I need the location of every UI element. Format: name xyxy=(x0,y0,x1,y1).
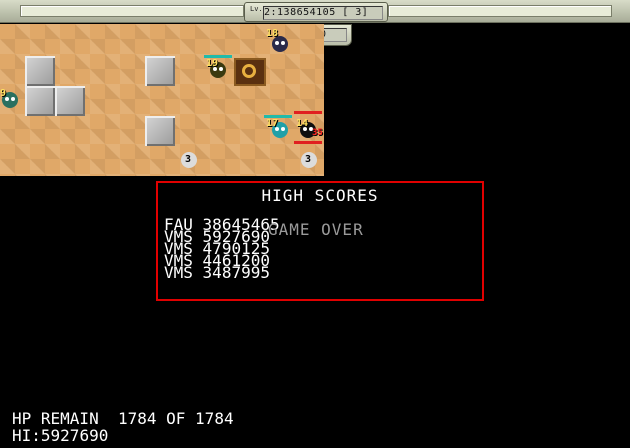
rock-block xyxy=(25,56,55,86)
hp-bar xyxy=(294,141,322,144)
unit-level: 3 xyxy=(305,154,312,165)
hi-score: HI:5927690 xyxy=(12,428,108,444)
hp-max: 1784 xyxy=(195,409,234,428)
unit-level: 17 xyxy=(266,118,279,129)
hp-current: 1784 xyxy=(117,409,157,428)
hi-value: 5927690 xyxy=(40,426,109,445)
high-scores-list: FAU 38645465 VMS 5927690 VMS 4790125 VMS… xyxy=(164,217,280,281)
level-label: Lv. xyxy=(250,5,263,13)
level-panel: Lv. 2:138654105 [ 3] xyxy=(244,2,388,22)
score-value: 3487995 xyxy=(202,263,270,282)
level-value: 2:138654105 [ 3] xyxy=(263,6,383,20)
rock-block xyxy=(55,86,85,116)
vortex-item-icon[interactable] xyxy=(234,58,266,86)
unit-level: 19 xyxy=(206,58,219,69)
score-name: VMS xyxy=(164,263,193,282)
unit-level: 14 xyxy=(296,118,309,129)
hp-of: OF xyxy=(166,409,186,428)
rock-block xyxy=(145,56,175,86)
high-scores-box: HIGH SCORES FAU 38645465 VMS 5927690 VMS… xyxy=(156,181,484,301)
unit-level: 18 xyxy=(266,28,279,39)
high-scores-title: HIGH SCORES xyxy=(261,186,379,205)
unit-level: 3 xyxy=(185,154,192,165)
unit-level: 9 xyxy=(0,88,7,99)
status-groove-right xyxy=(388,5,612,17)
score-row: VMS 3487995 xyxy=(164,265,280,281)
status-groove-left xyxy=(20,5,244,17)
damage-number: 35 xyxy=(312,128,323,138)
hi-label: HI: xyxy=(12,426,41,445)
game-map[interactable]: 19 18 9 17 14 35 3 3 xyxy=(0,24,324,176)
rock-block xyxy=(25,86,55,116)
hp-remain: HP REMAIN 1784 OF 1784 xyxy=(12,411,234,427)
rock-block xyxy=(145,116,175,146)
game-over-text: GAME OVER xyxy=(268,220,364,239)
hp-bar xyxy=(294,111,322,114)
